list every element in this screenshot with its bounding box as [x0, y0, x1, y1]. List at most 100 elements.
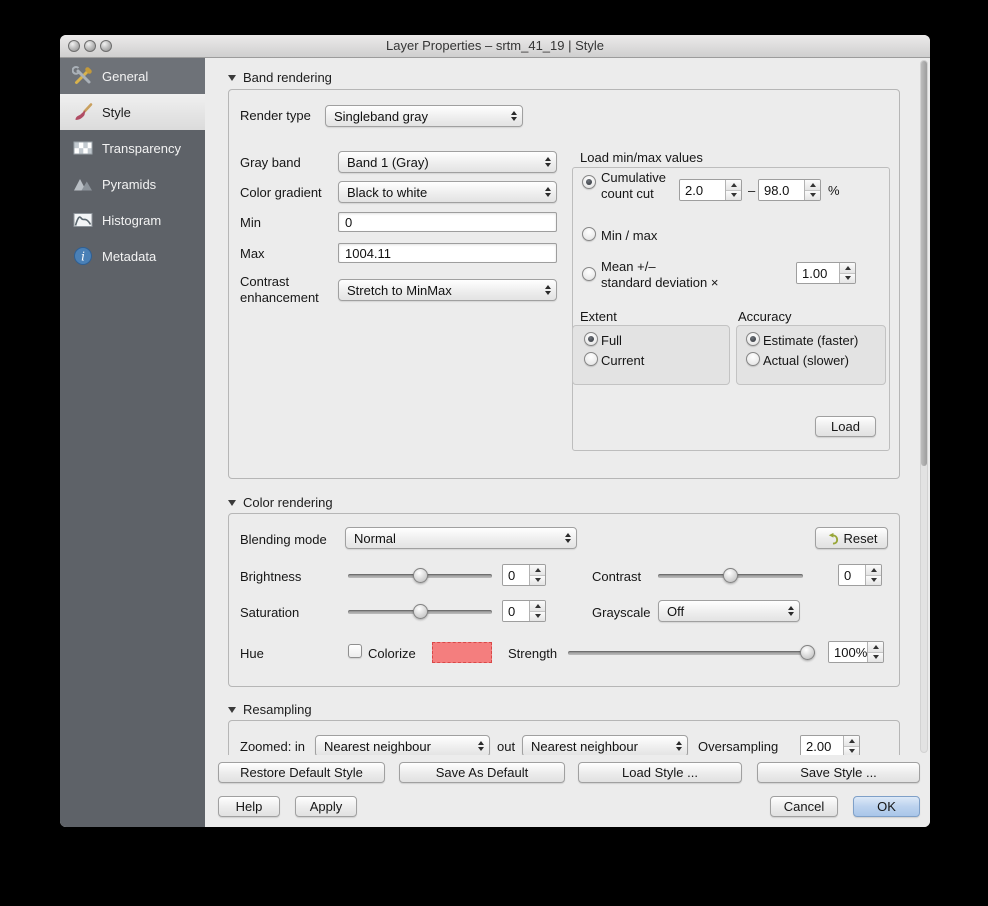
colorize-checkbox[interactable]: [348, 644, 362, 658]
strength-value: 100%: [829, 642, 868, 662]
layer-properties-window: Layer Properties – srtm_41_19 | Style Ge…: [60, 35, 930, 827]
load-button[interactable]: Load: [815, 416, 876, 437]
min-value: 0: [345, 214, 353, 230]
sidebar-item-transparency[interactable]: Transparency: [60, 130, 205, 166]
section-title: Resampling: [243, 702, 312, 717]
stepper-icons[interactable]: [867, 642, 883, 662]
max-label: Max: [240, 246, 265, 261]
color-rendering-header[interactable]: Color rendering: [228, 495, 333, 510]
sidebar-item-label: Histogram: [102, 212, 162, 228]
contrast-enhancement-select[interactable]: Stretch to MinMax: [338, 279, 557, 301]
mean-stddev-spinbox[interactable]: 1.00: [796, 262, 856, 284]
restore-default-style-button[interactable]: Restore Default Style: [218, 762, 385, 783]
button-label: Load Style ...: [622, 765, 698, 780]
stepper-icons[interactable]: [865, 565, 881, 585]
band-rendering-header[interactable]: Band rendering: [228, 70, 332, 85]
saturation-slider[interactable]: [348, 604, 492, 619]
ok-button[interactable]: OK: [853, 796, 920, 817]
cumulative-count-cut-radio[interactable]: [582, 175, 596, 189]
strength-slider[interactable]: [568, 645, 816, 660]
wrench-icon: [72, 65, 94, 87]
oversampling-label: Oversampling: [698, 739, 779, 754]
sidebar-item-label: Transparency: [102, 140, 181, 156]
stepper-icons[interactable]: [839, 263, 855, 283]
reset-button[interactable]: Reset: [815, 527, 888, 549]
contrast-value: 0: [839, 565, 865, 585]
stepper-icons[interactable]: [529, 601, 545, 621]
colorize-color-swatch[interactable]: [432, 642, 492, 663]
dropdown-arrows-icon: [545, 285, 551, 295]
sidebar-item-histogram[interactable]: Histogram: [60, 202, 205, 238]
saturation-spinbox[interactable]: 0: [502, 600, 546, 622]
gray-band-select[interactable]: Band 1 (Gray): [338, 151, 557, 173]
min-max-radio[interactable]: [582, 227, 596, 241]
help-button[interactable]: Help: [218, 796, 280, 817]
resampling-header[interactable]: Resampling: [228, 702, 312, 717]
accuracy-estimate-radio[interactable]: [746, 332, 760, 346]
save-style-button[interactable]: Save Style ...: [757, 762, 920, 783]
cumulative-label-line2: count cut: [601, 186, 654, 201]
hue-label: Hue: [240, 646, 264, 661]
dropdown-arrows-icon: [788, 606, 794, 616]
save-as-default-button[interactable]: Save As Default: [399, 762, 565, 783]
scrollbar-thumb[interactable]: [921, 61, 927, 466]
contrast-slider[interactable]: [658, 568, 803, 583]
stepper-icons[interactable]: [725, 180, 741, 200]
sidebar-item-metadata[interactable]: i Metadata: [60, 238, 205, 274]
brightness-spinbox[interactable]: 0: [502, 564, 546, 586]
stepper-icons[interactable]: [843, 736, 859, 755]
gray-band-value: Band 1 (Gray): [347, 154, 429, 170]
brightness-slider[interactable]: [348, 568, 492, 583]
grayscale-select[interactable]: Off: [658, 600, 800, 622]
apply-button[interactable]: Apply: [295, 796, 357, 817]
desktop-background: Layer Properties – srtm_41_19 | Style Ge…: [0, 0, 988, 906]
contrast-spinbox[interactable]: 0: [838, 564, 882, 586]
sidebar-item-general[interactable]: General: [60, 58, 205, 94]
vertical-scrollbar[interactable]: [920, 60, 928, 753]
mean-stddev-radio[interactable]: [582, 267, 596, 281]
cumulative-min-spinbox[interactable]: 2.0: [679, 179, 742, 201]
max-input[interactable]: 1004.11: [338, 243, 557, 263]
stepper-icons[interactable]: [529, 565, 545, 585]
accuracy-actual-label: Actual (slower): [763, 353, 849, 368]
zoomed-out-select[interactable]: Nearest neighbour: [522, 735, 688, 755]
cancel-button[interactable]: Cancel: [770, 796, 838, 817]
cumulative-percent-unit: %: [828, 183, 840, 198]
extent-current-radio[interactable]: [584, 352, 598, 366]
gray-band-label: Gray band: [240, 155, 301, 170]
color-gradient-select[interactable]: Black to white: [338, 181, 557, 203]
contrast-enhancement-label-line1: Contrast: [240, 274, 290, 289]
sidebar-item-style[interactable]: Style: [60, 94, 205, 130]
render-type-select[interactable]: Singleband gray: [325, 105, 523, 127]
window-title: Layer Properties – srtm_41_19 | Style: [386, 38, 604, 53]
stepper-icons[interactable]: [804, 180, 820, 200]
accuracy-actual-radio[interactable]: [746, 352, 760, 366]
sidebar-item-label: Pyramids: [102, 176, 157, 192]
zoomed-in-label: Zoomed: in: [240, 739, 306, 754]
extent-full-radio[interactable]: [584, 332, 598, 346]
blending-mode-label: Blending mode: [240, 532, 327, 547]
min-input[interactable]: 0: [338, 212, 557, 232]
cumulative-max-spinbox[interactable]: 98.0: [758, 179, 821, 201]
dropdown-arrows-icon: [676, 741, 682, 751]
sidebar-item-pyramids[interactable]: Pyramids: [60, 166, 205, 202]
cumulative-separator: –: [748, 183, 756, 198]
pyramids-icon: [72, 173, 94, 195]
collapse-triangle-icon: [228, 74, 236, 81]
button-label: Save As Default: [435, 765, 529, 780]
blending-mode-select[interactable]: Normal: [345, 527, 577, 549]
zoomed-in-select[interactable]: Nearest neighbour: [315, 735, 490, 755]
saturation-value: 0: [503, 601, 529, 621]
collapse-triangle-icon: [228, 499, 236, 506]
undo-arrow-icon: [826, 532, 839, 545]
oversampling-value: 2.00: [801, 736, 843, 755]
zoomed-out-value: Nearest neighbour: [531, 738, 638, 754]
blending-mode-value: Normal: [354, 530, 396, 546]
dropdown-arrows-icon: [545, 157, 551, 167]
strength-spinbox[interactable]: 100%: [828, 641, 884, 663]
oversampling-spinbox[interactable]: 2.00: [800, 735, 860, 755]
reset-button-label: Reset: [843, 530, 878, 546]
color-gradient-label: Color gradient: [240, 185, 322, 200]
sidebar-item-label: Style: [102, 104, 131, 120]
load-style-button[interactable]: Load Style ...: [578, 762, 742, 783]
